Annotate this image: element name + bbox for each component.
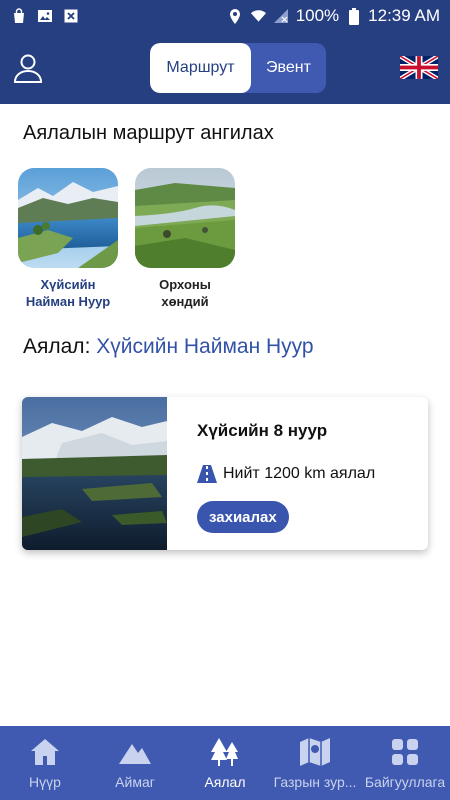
signal-icon (273, 8, 290, 25)
category-item-orkhon-valley[interactable]: Орхоны хөндий (135, 168, 235, 310)
tab-switcher: Маршрут Эвент (150, 43, 326, 93)
user-icon (13, 54, 43, 83)
clock: 12:39 AM (368, 6, 440, 25)
bottom-nav: Нүүр Аймаг Аялал Газрын зур... Байгуулла… (0, 726, 450, 800)
nav-label: Нүүр (29, 774, 61, 790)
category-image (135, 168, 235, 268)
wifi-icon (250, 8, 267, 25)
app-header: Маршрут Эвент (0, 32, 450, 104)
battery-percent: 100% (295, 6, 340, 25)
route-card[interactable]: Хүйсийн 8 нуур Нийт 1200 km аялал захиал… (22, 397, 428, 550)
category-label: Орхоны хөндий (159, 277, 211, 309)
trees-icon (209, 736, 241, 768)
nav-item-province[interactable]: Аймаг (90, 726, 180, 800)
route-title: Хүйсийн 8 нуур (197, 421, 328, 440)
image-icon (36, 8, 53, 25)
category-item-khuisiin-naiman-nuur[interactable]: Хүйсийн Найман Нуур (18, 168, 118, 310)
category-image (18, 168, 118, 268)
uk-flag-icon (398, 54, 440, 81)
status-notifications (10, 8, 79, 25)
route-image (22, 397, 167, 550)
grid-icon (389, 736, 421, 768)
tab-events[interactable]: Эвент (251, 43, 326, 93)
battery-icon (345, 7, 362, 25)
nav-item-home[interactable]: Нүүр (0, 726, 90, 800)
status-bar: 100% 12:39 AM (0, 0, 450, 32)
nav-label: Байгууллага (364, 774, 446, 790)
tab-routes[interactable]: Маршрут (150, 43, 251, 93)
location-icon (227, 8, 244, 25)
route-distance: Нийт 1200 km аялал (197, 465, 375, 483)
trip-name: Хүйсийн Найман Нуур (96, 335, 314, 358)
nav-item-organization[interactable]: Байгууллага (360, 726, 450, 800)
book-button[interactable]: захиалах (197, 501, 289, 533)
mountain-icon (119, 736, 151, 768)
nav-label: Аялал (204, 774, 246, 790)
category-label: Хүйсийн Найман Нуур (25, 277, 111, 309)
categories-title: Аялалын маршрут ангилах (23, 122, 274, 144)
nav-item-trip[interactable]: Аялал (180, 726, 270, 800)
route-distance-text: Нийт 1200 km аялал (223, 465, 376, 482)
map-icon (299, 736, 331, 768)
nav-label: Газрын зур... (273, 774, 357, 790)
status-system: 100% 12:39 AM (227, 6, 440, 26)
road-icon (197, 465, 217, 483)
language-button[interactable] (398, 54, 440, 81)
category-list: Хүйсийн Найман Нуур Орхоны хөндий (18, 168, 235, 310)
trip-prefix: Аялал: (23, 335, 91, 358)
profile-button[interactable] (12, 52, 44, 84)
nav-item-map[interactable]: Газрын зур... (270, 726, 360, 800)
close-box-icon (62, 8, 79, 25)
nav-label: Аймаг (115, 774, 155, 790)
trip-heading: Аялал: Хүйсийн Найман Нуур (23, 335, 314, 359)
shopping-bag-icon (10, 8, 27, 25)
home-icon (29, 736, 61, 768)
